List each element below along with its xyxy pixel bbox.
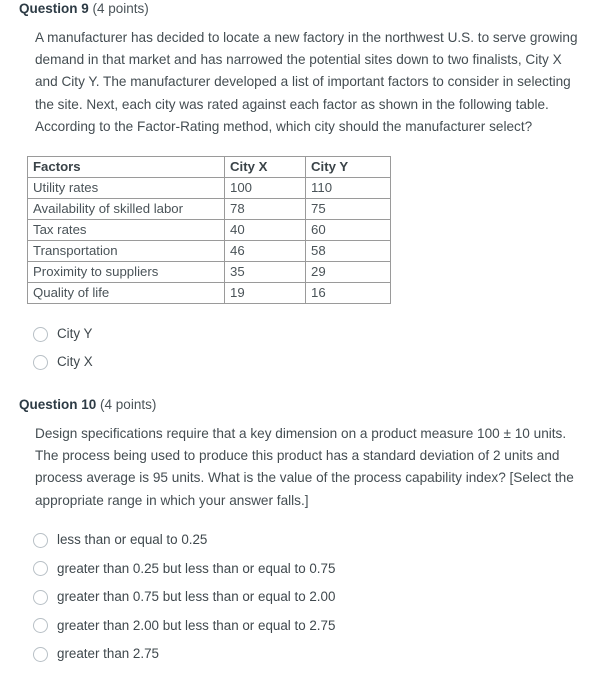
factor-rating-table-wrapper: Factors City X City Y Utility rates 100 … — [0, 138, 609, 305]
radio-button-icon[interactable] — [33, 646, 48, 662]
option-row-q10-1[interactable]: greater than 0.25 but less than or equal… — [33, 554, 609, 583]
table-row: Quality of life 19 16 — [27, 282, 391, 305]
column-header-city-x: City X — [224, 156, 306, 179]
question-10-title: Question 10 — [19, 397, 97, 413]
radio-button-icon[interactable] — [33, 326, 48, 342]
question-block-10: Question 10 (4 points) Design specificat… — [0, 396, 609, 668]
cell-factor: Proximity to suppliers — [27, 261, 225, 284]
question-9-options: City Y City X — [0, 304, 609, 376]
option-row-q10-3[interactable]: greater than 2.00 but less than or equal… — [33, 611, 609, 640]
question-9-points: (4 points) — [92, 1, 149, 16]
option-row-q10-4[interactable]: greater than 2.75 — [33, 640, 609, 669]
radio-button-icon[interactable] — [33, 354, 48, 370]
option-label: City Y — [57, 326, 93, 342]
radio-button-icon[interactable] — [33, 532, 48, 548]
question-block-9: Question 9 (4 points) A manufacturer has… — [0, 0, 609, 376]
question-separator — [0, 376, 609, 396]
cell-city-y: 16 — [305, 282, 391, 305]
question-9-heading: Question 9 (4 points) — [0, 0, 609, 18]
question-9-title: Question 9 — [19, 1, 89, 16]
option-row-q9-1[interactable]: City X — [33, 348, 609, 376]
column-header-factors: Factors — [27, 156, 225, 179]
option-label: greater than 0.25 but less than or equal… — [57, 560, 336, 576]
table-header-row: Factors City X City Y — [27, 156, 391, 179]
option-label: greater than 2.00 but less than or equal… — [57, 617, 336, 633]
option-label: less than or equal to 0.25 — [57, 532, 208, 548]
table-row: Proximity to suppliers 35 29 — [27, 261, 391, 284]
question-10-body: Design specifications require that a key… — [35, 426, 574, 508]
cell-city-y: 58 — [305, 240, 391, 263]
option-label: greater than 2.75 — [57, 646, 159, 662]
cell-factor: Availability of skilled labor — [27, 198, 225, 221]
table-row: Utility rates 100 110 — [27, 177, 391, 200]
table-row: Availability of skilled labor 78 75 — [27, 198, 391, 221]
option-label: City X — [57, 354, 93, 370]
table-row: Transportation 46 58 — [27, 240, 391, 263]
cell-factor: Quality of life — [27, 282, 225, 305]
cell-factor: Transportation — [27, 240, 225, 263]
factor-rating-table: Factors City X City Y Utility rates 100 … — [27, 156, 391, 305]
question-9-body: A manufacturer has decided to locate a n… — [35, 30, 578, 134]
cell-city-x: 78 — [224, 198, 306, 221]
cell-factor: Tax rates — [27, 219, 225, 242]
cell-factor: Utility rates — [27, 177, 225, 200]
cell-city-y: 110 — [305, 177, 391, 200]
cell-city-y: 29 — [305, 261, 391, 284]
question-10-options: less than or equal to 0.25 greater than … — [0, 512, 609, 669]
option-row-q9-0[interactable]: City Y — [33, 320, 609, 348]
cell-city-y: 75 — [305, 198, 391, 221]
cell-city-x: 35 — [224, 261, 306, 284]
radio-button-icon[interactable] — [33, 618, 48, 634]
table-row: Tax rates 40 60 — [27, 219, 391, 242]
cell-city-x: 40 — [224, 219, 306, 242]
option-row-q10-2[interactable]: greater than 0.75 but less than or equal… — [33, 583, 609, 612]
cell-city-x: 100 — [224, 177, 306, 200]
question-10-points: (4 points) — [100, 397, 157, 413]
quiz-page: Question 9 (4 points) A manufacturer has… — [0, 0, 609, 668]
cell-city-x: 19 — [224, 282, 306, 305]
radio-button-icon[interactable] — [33, 589, 48, 605]
cell-city-y: 60 — [305, 219, 391, 242]
cell-city-x: 46 — [224, 240, 306, 263]
radio-button-icon[interactable] — [33, 561, 48, 577]
column-header-city-y: City Y — [305, 156, 391, 179]
option-row-q10-0[interactable]: less than or equal to 0.25 — [33, 526, 609, 555]
option-label: greater than 0.75 but less than or equal… — [57, 589, 336, 605]
question-10-heading: Question 10 (4 points) — [0, 396, 609, 414]
